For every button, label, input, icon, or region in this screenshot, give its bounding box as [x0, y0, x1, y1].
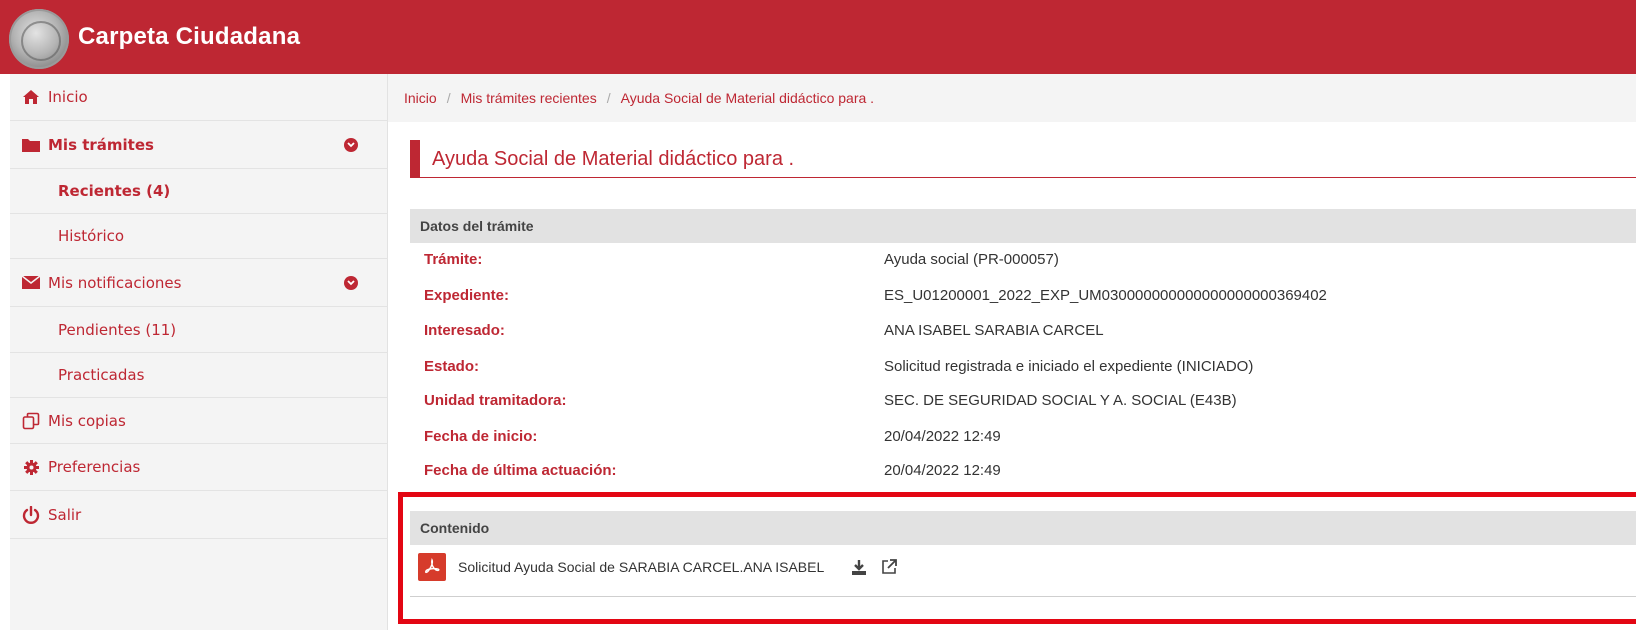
datos-row-expediente: Expediente: ES_U01200001_2022_EXP_UM0300…: [424, 287, 1327, 304]
sidebar-item-mis-notificaciones[interactable]: Mis notificaciones: [10, 259, 388, 307]
sidebar-item-preferencias[interactable]: Preferencias: [10, 444, 388, 491]
university-seal-logo[interactable]: [9, 9, 69, 69]
app-title[interactable]: Carpeta Ciudadana: [78, 23, 300, 51]
sidebar-item-recientes[interactable]: Recientes (4): [10, 169, 388, 214]
sidebar-item-mis-tramites[interactable]: Mis trámites: [10, 121, 388, 169]
sidebar: Inicio Mis trámites Recientes (4) Histór…: [0, 74, 388, 630]
breadcrumb: Inicio / Mis trámites recientes / Ayuda …: [388, 74, 1636, 122]
datos-section-header: Datos del trámite: [410, 209, 1636, 243]
home-icon: [20, 89, 42, 105]
chevron-down-icon[interactable]: [344, 137, 358, 152]
sidebar-item-inicio[interactable]: Inicio: [10, 74, 388, 121]
datos-row-tramite: Trámite: Ayuda social (PR-000057): [424, 251, 1059, 268]
app-header: Carpeta Ciudadana: [0, 0, 1636, 74]
power-icon: [20, 505, 42, 524]
sidebar-item-mis-copias[interactable]: Mis copias: [10, 398, 388, 444]
datos-row-fecha-ultima: Fecha de última actuación: 20/04/2022 12…: [424, 462, 1001, 479]
datos-row-interesado: Interesado: ANA ISABEL SARABIA CARCEL: [424, 322, 1104, 339]
copy-icon: [20, 412, 42, 430]
sidebar-item-practicadas[interactable]: Practicadas: [10, 353, 388, 398]
sidebar-item-historico[interactable]: Histórico: [10, 214, 388, 259]
page-title: Ayuda Social de Material didáctico para …: [432, 148, 795, 170]
highlight-box: [398, 492, 1636, 624]
envelope-icon: [20, 275, 42, 290]
breadcrumb-mis-tramites-recientes[interactable]: Mis trámites recientes: [461, 90, 597, 106]
title-accent: [410, 140, 420, 178]
datos-row-estado: Estado: Solicitud registrada e iniciado …: [424, 358, 1254, 375]
datos-row-fecha-inicio: Fecha de inicio: 20/04/2022 12:49: [424, 428, 1001, 445]
sidebar-item-salir[interactable]: Salir: [10, 491, 388, 539]
chevron-down-icon[interactable]: [344, 275, 358, 290]
gear-icon: [20, 459, 42, 476]
title-divider: [410, 177, 1636, 178]
breadcrumb-current: Ayuda Social de Material didáctico para …: [620, 90, 875, 106]
sidebar-item-pendientes[interactable]: Pendientes (11): [10, 307, 388, 353]
folder-icon: [20, 137, 42, 153]
breadcrumb-separator: /: [606, 90, 611, 106]
breadcrumb-separator: /: [446, 90, 451, 106]
datos-row-unidad: Unidad tramitadora: SEC. DE SEGURIDAD SO…: [424, 392, 1237, 409]
breadcrumb-inicio[interactable]: Inicio: [404, 90, 437, 106]
